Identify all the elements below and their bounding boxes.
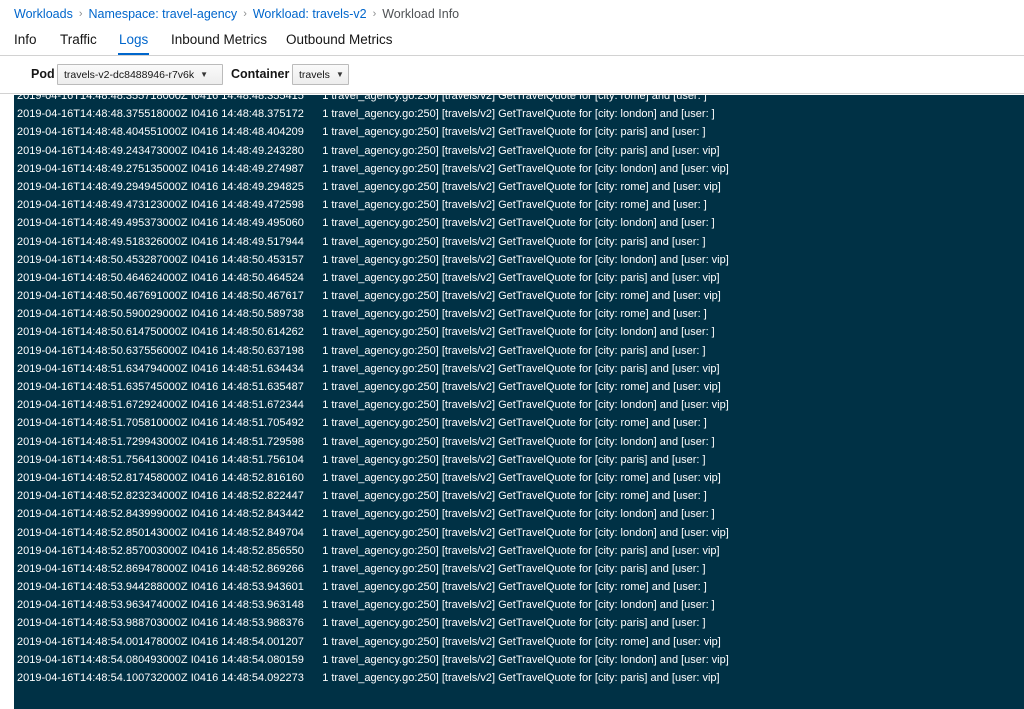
log-line: 2019-04-16T14:48:48.404551000Z I0416 14:… bbox=[17, 126, 706, 139]
breadcrumb-separator-icon: › bbox=[78, 8, 83, 20]
log-output[interactable]: 2019-04-16T14:48:48.355718000Z I0416 14:… bbox=[14, 95, 1024, 709]
container-select[interactable]: travels ▼ bbox=[292, 64, 349, 85]
container-label: Container bbox=[231, 67, 290, 81]
breadcrumb-link-workload[interactable]: Workload: travels-v2 bbox=[253, 7, 367, 21]
log-line: 2019-04-16T14:48:52.850143000Z I0416 14:… bbox=[17, 526, 729, 539]
log-line: 2019-04-16T14:48:49.473123000Z I0416 14:… bbox=[17, 199, 707, 212]
log-line: 2019-04-16T14:48:53.988703000Z I0416 14:… bbox=[17, 617, 706, 630]
log-line: 2019-04-16T14:48:52.817458000Z I0416 14:… bbox=[17, 471, 721, 484]
breadcrumb: Workloads › Namespace: travel-agency › W… bbox=[14, 5, 459, 23]
log-line: 2019-04-16T14:48:54.080493000Z I0416 14:… bbox=[17, 653, 729, 666]
tab-inbound-metrics[interactable]: Inbound Metrics bbox=[171, 32, 267, 47]
log-line: 2019-04-16T14:48:49.275135000Z I0416 14:… bbox=[17, 162, 729, 175]
tab-outbound-metrics[interactable]: Outbound Metrics bbox=[286, 32, 393, 47]
log-line: 2019-04-16T14:48:52.869478000Z I0416 14:… bbox=[17, 562, 706, 575]
tab-traffic[interactable]: Traffic bbox=[60, 32, 97, 47]
breadcrumb-separator-icon: › bbox=[243, 8, 247, 20]
tab-info[interactable]: Info bbox=[14, 32, 37, 47]
log-line: 2019-04-16T14:48:51.756413000Z I0416 14:… bbox=[17, 453, 706, 466]
log-line: 2019-04-16T14:48:51.729943000Z I0416 14:… bbox=[17, 435, 715, 448]
log-line: 2019-04-16T14:48:50.637556000Z I0416 14:… bbox=[17, 344, 706, 357]
breadcrumb-link-workloads[interactable]: Workloads bbox=[14, 7, 73, 21]
chevron-down-icon: ▼ bbox=[335, 70, 344, 79]
log-line: 2019-04-16T14:48:50.614750000Z I0416 14:… bbox=[17, 326, 715, 339]
log-line: 2019-04-16T14:48:53.944288000Z I0416 14:… bbox=[17, 581, 707, 594]
log-line: 2019-04-16T14:48:53.963474000Z I0416 14:… bbox=[17, 599, 715, 612]
log-line: 2019-04-16T14:48:49.294945000Z I0416 14:… bbox=[17, 180, 721, 193]
log-line: 2019-04-16T14:48:52.823234000Z I0416 14:… bbox=[17, 490, 707, 503]
log-line: 2019-04-16T14:48:49.243473000Z I0416 14:… bbox=[17, 144, 720, 157]
log-line: 2019-04-16T14:48:49.495373000Z I0416 14:… bbox=[17, 217, 715, 230]
log-line: 2019-04-16T14:48:52.843999000Z I0416 14:… bbox=[17, 508, 715, 521]
log-line: 2019-04-16T14:48:51.705810000Z I0416 14:… bbox=[17, 417, 707, 430]
log-line: 2019-04-16T14:48:51.634794000Z I0416 14:… bbox=[17, 362, 720, 375]
breadcrumb-separator-icon: › bbox=[372, 8, 377, 20]
tab-logs[interactable]: Logs bbox=[117, 32, 150, 55]
chevron-down-icon: ▼ bbox=[200, 70, 209, 79]
breadcrumb-current: Workload Info bbox=[382, 7, 460, 21]
breadcrumb-link-namespace[interactable]: Namespace: travel-agency bbox=[89, 7, 238, 21]
log-line: 2019-04-16T14:48:49.518326000Z I0416 14:… bbox=[17, 235, 706, 248]
log-line: 2019-04-16T14:48:51.672924000Z I0416 14:… bbox=[17, 399, 729, 412]
tab-bar: Info Traffic Logs Inbound Metrics Outbou… bbox=[0, 28, 1024, 56]
log-line: 2019-04-16T14:48:54.001478000Z I0416 14:… bbox=[17, 635, 721, 648]
log-line: 2019-04-16T14:48:48.355718000Z I0416 14:… bbox=[17, 95, 707, 102]
pod-select-value: travels-v2-dc8488946-r7v6k bbox=[64, 68, 195, 81]
log-line: 2019-04-16T14:48:50.467691000Z I0416 14:… bbox=[17, 290, 721, 303]
container-select-value: travels bbox=[299, 68, 330, 81]
log-line: 2019-04-16T14:48:50.453287000Z I0416 14:… bbox=[17, 253, 729, 266]
log-line: 2019-04-16T14:48:50.590029000Z I0416 14:… bbox=[17, 308, 707, 321]
log-line: 2019-04-16T14:48:52.857003000Z I0416 14:… bbox=[17, 544, 720, 557]
logs-toolbar: Pod travels-v2-dc8488946-r7v6k ▼ Contain… bbox=[0, 56, 1024, 94]
log-line: 2019-04-16T14:48:50.464624000Z I0416 14:… bbox=[17, 271, 720, 284]
log-line: 2019-04-16T14:48:51.635745000Z I0416 14:… bbox=[17, 381, 721, 393]
pod-select[interactable]: travels-v2-dc8488946-r7v6k ▼ bbox=[57, 64, 223, 85]
log-line: 2019-04-16T14:48:48.375518000Z I0416 14:… bbox=[17, 108, 715, 121]
pod-label: Pod bbox=[31, 67, 55, 81]
log-line: 2019-04-16T14:48:54.100732000Z I0416 14:… bbox=[17, 672, 720, 684]
